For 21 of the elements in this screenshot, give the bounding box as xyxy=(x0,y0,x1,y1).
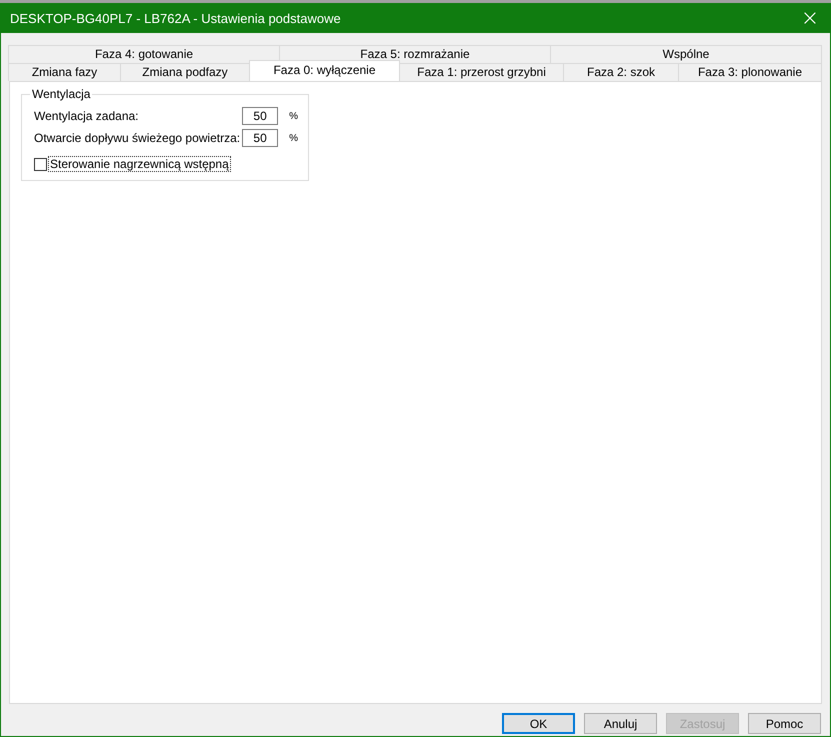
tab[interactable]: Faza 4: gotowanie xyxy=(8,45,280,63)
tab[interactable]: Faza 3: plonowanie xyxy=(678,63,822,81)
number-field[interactable]: 50 xyxy=(242,107,278,125)
tab[interactable]: Faza 1: przerost grzybni xyxy=(399,63,564,81)
dialog-button[interactable]: Pomoc xyxy=(748,713,821,734)
tab[interactable]: Wspólne xyxy=(550,45,822,63)
unit-label: % xyxy=(288,110,298,122)
field-label: Wentylacja zadana: xyxy=(34,109,140,123)
dialog-button[interactable]: OK xyxy=(502,713,575,734)
group-title: Wentylacja xyxy=(31,87,92,101)
dialog-button[interactable]: Anuluj xyxy=(584,713,657,734)
window-title: DESKTOP-BG40PL7 - LB762A - Ustawienia podstawowe xyxy=(10,11,341,26)
checkbox[interactable] xyxy=(34,158,47,170)
number-field[interactable]: 50 xyxy=(242,129,278,147)
tab[interactable]: Zmiana podfazy xyxy=(120,63,250,81)
unit-label: % xyxy=(288,132,298,144)
close-button[interactable]: × xyxy=(790,4,830,33)
field-label: Otwarcie dopływu świeżego powietrza: xyxy=(34,131,242,145)
tab[interactable]: Zmiana fazy xyxy=(8,63,121,81)
tab[interactable]: Faza 0: wyłączenie xyxy=(249,60,400,81)
checkbox-label: Sterowanie nagrzewnicą wstępną xyxy=(48,156,231,172)
